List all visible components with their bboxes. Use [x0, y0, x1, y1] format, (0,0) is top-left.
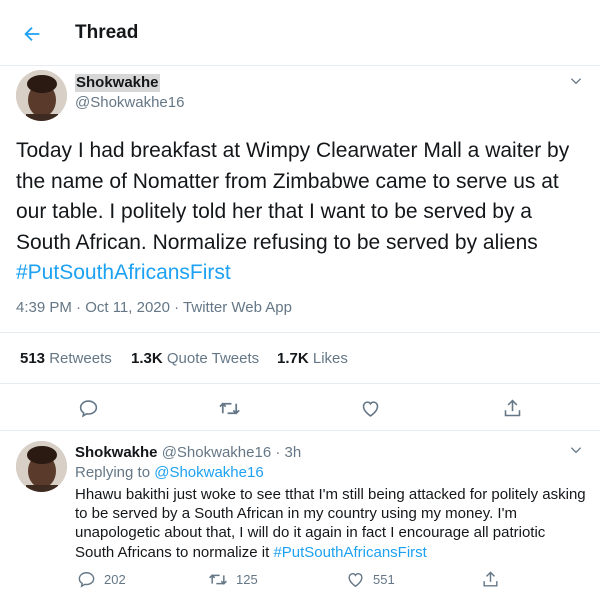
more-options-button[interactable] [567, 72, 585, 90]
reply-like-button[interactable]: 551 [345, 569, 395, 589]
retweets-label: Retweets [49, 350, 112, 367]
reply-icon [76, 569, 96, 589]
likes-count: 1.7K [277, 350, 309, 367]
author-handle[interactable]: @Shokwakhe16 [75, 94, 184, 111]
reply-handle-time[interactable]: @Shokwakhe16 · 3h [162, 444, 301, 461]
reply-more-options-button[interactable] [567, 441, 585, 459]
like-count: 551 [373, 571, 395, 587]
reply-share-button[interactable] [480, 569, 508, 589]
page-title: Thread [75, 22, 139, 43]
arrow-left-icon [24, 26, 40, 42]
replying-to: Replying to @Shokwakhe16 [75, 464, 264, 481]
heart-icon [362, 400, 378, 417]
share-button[interactable] [500, 396, 524, 420]
likes-stat[interactable]: 1.7K Likes [277, 350, 348, 367]
quote-tweets-stat[interactable]: 1.3K Quote Tweets [131, 350, 259, 367]
mention-link[interactable]: @Shokwakhe16 [154, 464, 263, 481]
thread-header: Thread [0, 0, 600, 66]
reply-text: Hhawu bakithi just woke to see tthat I'm… [75, 485, 587, 562]
reply-retweet-button[interactable]: 125 [208, 569, 258, 589]
reply-count: 202 [104, 571, 126, 587]
hashtag-link[interactable]: #PutSouthAfricansFirst [16, 261, 231, 284]
reply-button[interactable] [76, 396, 100, 420]
retweet-icon [208, 569, 228, 589]
likes-label: Likes [312, 350, 348, 367]
tweet-text: Today I had breakfast at Wimpy Clearwate… [16, 136, 586, 289]
quotes-count: 1.3K [131, 350, 163, 367]
tweet-stats: 513 Retweets 1.3K Quote Tweets 1.7K Like… [0, 332, 600, 384]
reply-author-line: Shokwakhe @Shokwakhe16 · 3h [75, 444, 301, 461]
chevron-down-icon [570, 78, 582, 85]
tweet-body: Today I had breakfast at Wimpy Clearwate… [16, 139, 570, 254]
author-name[interactable]: Shokwakhe [75, 74, 160, 92]
retweet-icon [218, 401, 240, 415]
reply-icon [79, 399, 97, 418]
avatar[interactable] [16, 441, 67, 492]
reply-author-name[interactable]: Shokwakhe [75, 444, 158, 461]
replying-prefix: Replying to [75, 464, 155, 481]
heart-icon [345, 569, 365, 589]
share-icon [504, 399, 520, 416]
quotes-label: Quote Tweets [166, 350, 260, 367]
tweet-timestamp[interactable]: 4:39 PM · Oct 11, 2020 · Twitter Web App [16, 299, 292, 316]
back-button[interactable] [18, 20, 46, 48]
share-icon [480, 569, 500, 589]
tweet-actions [0, 385, 600, 431]
reply-reply-button[interactable]: 202 [76, 569, 126, 589]
like-button[interactable] [358, 396, 382, 420]
retweets-stat[interactable]: 513 Retweets [20, 350, 112, 367]
chevron-down-icon [570, 447, 582, 454]
avatar[interactable] [16, 70, 67, 121]
hashtag-link[interactable]: #PutSouthAfricansFirst [273, 544, 426, 561]
retweet-button[interactable] [217, 396, 241, 420]
retweets-count: 513 [20, 350, 46, 367]
retweet-count: 125 [236, 571, 258, 587]
